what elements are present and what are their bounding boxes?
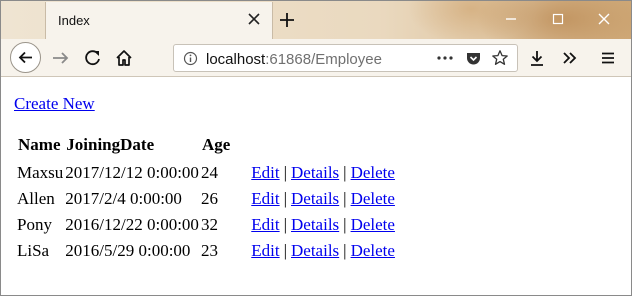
header-age: Age	[201, 135, 231, 154]
url-host: localhost	[206, 51, 266, 68]
header-name: Name	[18, 135, 61, 154]
maximize-icon[interactable]	[550, 11, 566, 27]
back-icon	[18, 51, 32, 64]
back-button[interactable]	[10, 42, 41, 73]
close-icon[interactable]	[246, 11, 262, 27]
details-link[interactable]: Details	[291, 215, 339, 234]
edit-link[interactable]: Edit	[251, 241, 279, 260]
cell-actions: Edit | Details | Delete	[231, 160, 396, 186]
separator: |	[283, 215, 288, 234]
table-header-row: Name JoiningDate Age	[16, 133, 396, 160]
create-new-link[interactable]: Create New	[14, 94, 95, 114]
cell-name: Allen	[17, 189, 55, 208]
separator: |	[343, 241, 347, 260]
url-path: :61868/Employee	[265, 51, 382, 68]
table-row: Allen 2017/2/4 0:00:00 26 Edit | Details | D…	[16, 186, 396, 212]
plus-icon[interactable]	[277, 10, 297, 30]
tab-title: Index	[58, 13, 90, 28]
browser-window: Index localhost:61868/Employee Create Ne…	[0, 0, 632, 296]
home-icon[interactable]	[114, 48, 134, 68]
tab-strip: Index	[1, 1, 631, 39]
details-link[interactable]: Details	[291, 189, 339, 208]
employee-table: Name JoiningDate Age Maxsu 2017/12/12 0:…	[16, 133, 396, 264]
cell-actions: Edit | Details | Delete	[231, 238, 396, 264]
menu-icon[interactable]	[598, 48, 618, 68]
table-row: Pony 2016/12/22 0:00:00 32 Edit | Details |…	[16, 212, 396, 238]
separator: |	[283, 189, 288, 208]
pocket-icon[interactable]	[465, 50, 482, 67]
reload-icon[interactable]	[83, 48, 103, 68]
download-icon[interactable]	[527, 48, 547, 68]
cell-actions: Edit | Details | Delete	[231, 186, 396, 212]
delete-link[interactable]: Delete	[351, 241, 395, 260]
cell-actions: Edit | Details | Delete	[231, 212, 396, 238]
details-link[interactable]: Details	[291, 163, 339, 182]
cell-joiningdate: 2016/5/29 0:00:00	[65, 241, 191, 260]
star-icon[interactable]	[491, 49, 509, 67]
overflow-icon[interactable]	[560, 48, 580, 68]
cell-joiningdate: 2017/12/12 0:00:00	[65, 163, 199, 182]
forward-icon[interactable]	[51, 48, 71, 68]
cell-name: Maxsu	[17, 163, 64, 182]
separator: |	[283, 241, 288, 260]
cell-age: 26	[200, 189, 218, 208]
url-text: localhost:61868/Employee	[206, 51, 382, 68]
delete-link[interactable]: Delete	[351, 163, 395, 182]
close-window-icon[interactable]	[596, 11, 612, 27]
cell-name: Pony	[17, 215, 52, 234]
edit-link[interactable]: Edit	[251, 215, 279, 234]
header-actions	[231, 133, 396, 160]
cell-age: 32	[200, 215, 218, 234]
table-row: LiSa 2016/5/29 0:00:00 23 Edit | Details | D…	[16, 238, 396, 264]
cell-joiningdate: 2016/12/22 0:00:00	[65, 215, 199, 234]
separator: |	[343, 215, 347, 234]
cell-age: 23	[200, 241, 218, 260]
tab-index[interactable]: Index	[45, 2, 273, 39]
header-joiningdate: JoiningDate	[66, 135, 155, 154]
edit-link[interactable]: Edit	[251, 189, 279, 208]
page-content: Create New Name JoiningDate Age Maxsu 20…	[1, 78, 631, 295]
info-icon[interactable]	[183, 51, 198, 66]
delete-link[interactable]: Delete	[351, 215, 395, 234]
more-icon[interactable]	[436, 53, 454, 63]
edit-link[interactable]: Edit	[251, 163, 279, 182]
url-bar[interactable]: localhost:61868/Employee	[173, 44, 518, 72]
separator: |	[283, 163, 288, 182]
minimize-icon[interactable]	[503, 11, 519, 27]
delete-link[interactable]: Delete	[351, 189, 395, 208]
details-link[interactable]: Details	[291, 241, 339, 260]
navigation-bar: localhost:61868/Employee	[1, 39, 631, 77]
separator: |	[343, 163, 347, 182]
cell-age: 24	[200, 163, 218, 182]
cell-name: LiSa	[17, 241, 50, 260]
table-row: Maxsu 2017/12/12 0:00:00 24 Edit | Details…	[16, 160, 396, 186]
separator: |	[343, 189, 347, 208]
cell-joiningdate: 2017/2/4 0:00:00	[65, 189, 182, 208]
